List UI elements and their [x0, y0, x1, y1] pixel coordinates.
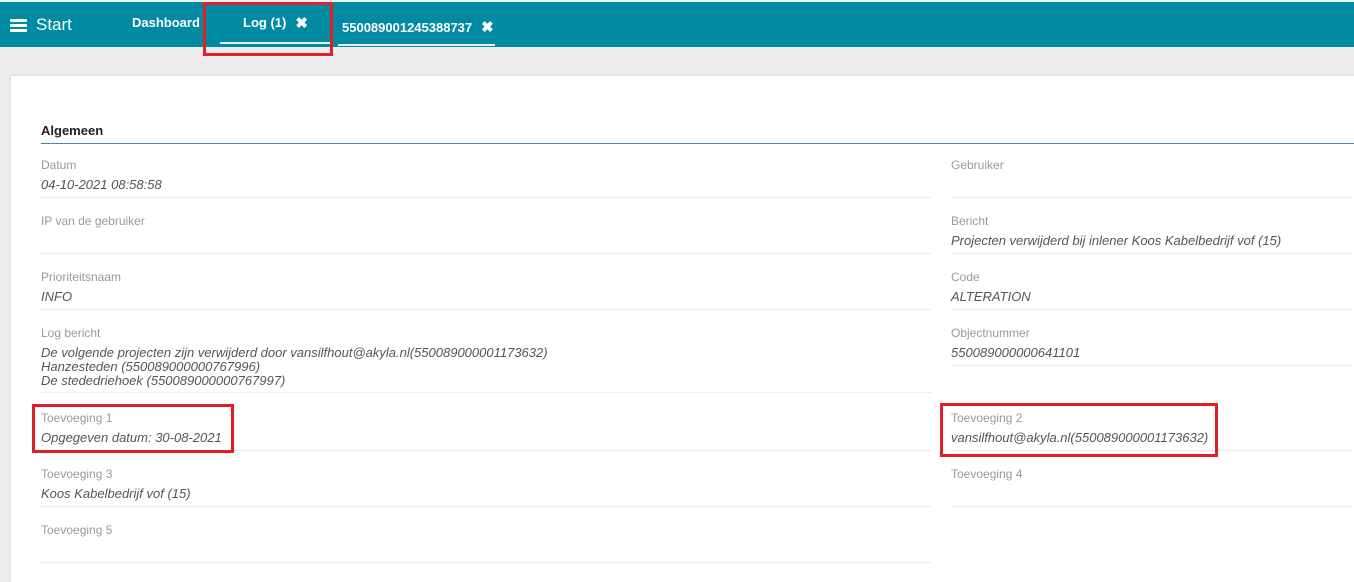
tab-dashboard[interactable]: Dashboard — [132, 0, 200, 45]
field-label: Prioriteitsnaam — [41, 270, 122, 284]
top-bar: Start Dashboard Log (1) ✖ 55008900124538… — [0, 0, 1354, 47]
field-value: Koos Kabelbedrijf vof (15) — [41, 486, 191, 501]
field-value: INFO — [41, 289, 73, 304]
field-toevoeging-2: Toevoeging 2 vansilfhout@akyla.nl(550089… — [951, 411, 1354, 451]
tab-log-label: Log (1) — [243, 15, 287, 30]
start-menu-button[interactable]: Start — [10, 15, 72, 35]
field-bericht: Bericht Projecten verwijderd bij inlener… — [951, 214, 1354, 254]
section-divider — [41, 143, 1354, 144]
field-toevoeging-5: Toevoeging 5 — [41, 523, 931, 563]
field-label: Datum — [41, 158, 77, 172]
tab-object[interactable]: 550089001245388737 ✖ — [338, 9, 495, 46]
field-label: Toevoeging 3 — [41, 467, 113, 481]
field-value: vansilfhout@akyla.nl(550089000001173632) — [951, 430, 1209, 445]
field-value: De volgende projecten zijn verwijderd do… — [41, 346, 931, 388]
detail-card: Algemeen Datum 04-10-2021 08:58:58 IP va… — [11, 76, 1354, 582]
field-toevoeging-1: Toevoeging 1 Opgegeven datum: 30-08-2021 — [41, 411, 931, 451]
field-label: Toevoeging 2 — [951, 411, 1023, 425]
field-log-bericht: Log bericht De volgende projecten zijn v… — [41, 326, 931, 393]
log-line: De stededriehoek (550089000000767997) — [41, 373, 286, 388]
field-toevoeging-3: Toevoeging 3 Koos Kabelbedrijf vof (15) — [41, 467, 931, 507]
tab-indicator — [338, 44, 495, 46]
log-line: Hanzesteden (550089000000767996) — [41, 359, 261, 374]
section-title: Algemeen — [41, 123, 104, 138]
tab-dashboard-label: Dashboard — [132, 15, 200, 30]
field-objectnummer: Objectnummer 550089000000641101 — [951, 326, 1354, 366]
field-gebruiker: Gebruiker — [951, 158, 1354, 198]
field-value: 550089000000641101 — [951, 345, 1081, 360]
field-label: Objectnummer — [951, 326, 1030, 340]
field-label: Bericht — [951, 214, 989, 228]
field-label: Code — [951, 270, 980, 284]
field-ip: IP van de gebruiker — [41, 214, 931, 254]
field-label: IP van de gebruiker — [41, 214, 145, 228]
field-prioriteitsnaam: Prioriteitsnaam INFO — [41, 270, 931, 310]
hamburger-icon[interactable] — [10, 18, 27, 32]
close-icon[interactable]: ✖ — [481, 18, 494, 36]
active-tab-indicator — [220, 42, 330, 44]
tab-object-label: 550089001245388737 — [342, 19, 473, 35]
field-label: Toevoeging 5 — [41, 523, 113, 537]
field-label: Toevoeging 4 — [951, 467, 1023, 481]
field-code: Code ALTERATION — [951, 270, 1354, 310]
start-label: Start — [36, 15, 72, 34]
log-line: De volgende projecten zijn verwijderd do… — [41, 345, 548, 360]
field-label: Toevoeging 1 — [41, 411, 113, 425]
field-label: Gebruiker — [951, 158, 1004, 172]
tab-log[interactable]: Log (1) ✖ — [220, 0, 331, 45]
field-value: 04-10-2021 08:58:58 — [41, 177, 162, 192]
field-value: Projecten verwijderd bij inlener Koos Ka… — [951, 233, 1282, 248]
field-value: Opgegeven datum: 30-08-2021 — [41, 430, 222, 445]
field-label: Log bericht — [41, 326, 101, 340]
field-value: ALTERATION — [951, 289, 1031, 304]
field-datum: Datum 04-10-2021 08:58:58 — [41, 158, 931, 198]
close-icon[interactable]: ✖ — [295, 14, 308, 32]
field-toevoeging-4: Toevoeging 4 — [951, 467, 1354, 507]
